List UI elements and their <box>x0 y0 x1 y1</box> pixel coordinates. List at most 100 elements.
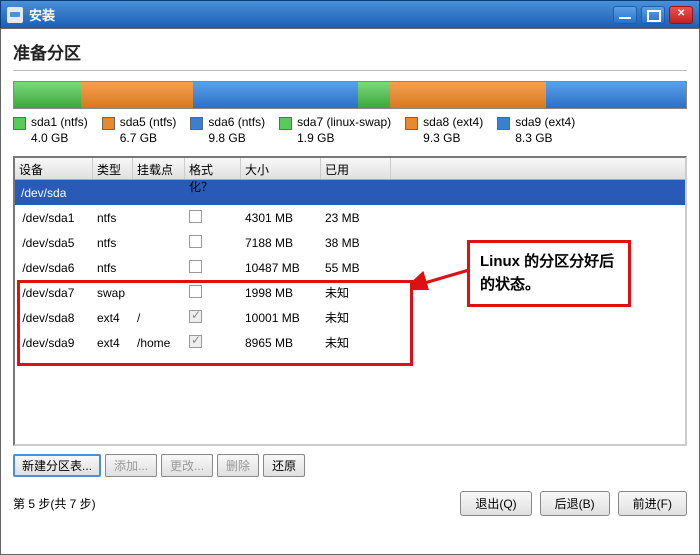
minimize-button[interactable] <box>613 6 637 24</box>
cell-mount <box>133 240 185 246</box>
cell-size: 8965 MB <box>241 333 321 353</box>
cell-type: ntfs <box>93 233 133 253</box>
format-checkbox[interactable] <box>189 335 202 348</box>
revert-button[interactable]: 还原 <box>263 454 305 477</box>
disk-usage-bar <box>13 81 687 109</box>
legend-label: sda7 (linux-swap) <box>297 115 391 131</box>
cell-mount <box>133 215 185 221</box>
cell-mount <box>133 290 185 296</box>
legend-item: sda7 (linux-swap)1.9 GB <box>279 115 391 146</box>
disk-row[interactable]: /dev/sda <box>15 180 685 205</box>
legend-swatch <box>190 117 203 130</box>
cell-size: 1998 MB <box>241 283 321 303</box>
step-indicator: 第 5 步(共 7 步) <box>13 495 460 512</box>
disk-device: /dev/sda <box>15 183 70 203</box>
legend-size: 1.9 GB <box>297 131 391 147</box>
col-device[interactable]: 设备 <box>15 158 93 179</box>
cell-type: swap <box>93 283 133 303</box>
legend-swatch <box>102 117 115 130</box>
legend-item: sda1 (ntfs)4.0 GB <box>13 115 88 146</box>
cell-mount: / <box>133 308 185 328</box>
format-checkbox[interactable] <box>189 210 202 223</box>
format-checkbox[interactable] <box>189 260 202 273</box>
table-row[interactable]: /dev/sda8ext4/10001 MB未知 <box>15 305 685 330</box>
disk-segment <box>14 82 81 108</box>
legend-item: sda5 (ntfs)6.7 GB <box>102 115 177 146</box>
cell-format <box>185 207 241 229</box>
page-heading: 准备分区 <box>13 39 687 64</box>
delete-button[interactable]: 删除 <box>217 454 259 477</box>
cell-device: /dev/sda7 <box>15 283 93 303</box>
col-used[interactable]: 已用 <box>321 158 391 179</box>
cell-format <box>185 232 241 254</box>
installer-icon <box>7 7 23 23</box>
cell-type: ntfs <box>93 208 133 228</box>
legend-size: 9.3 GB <box>423 131 483 147</box>
cell-format <box>185 307 241 329</box>
col-type[interactable]: 类型 <box>93 158 133 179</box>
legend-item: sda8 (ext4)9.3 GB <box>405 115 483 146</box>
legend-label: sda1 (ntfs) <box>31 115 88 131</box>
cell-used: 23 MB <box>321 208 391 228</box>
forward-button[interactable]: 前进(F) <box>618 491 687 516</box>
new-partition-table-button[interactable]: 新建分区表... <box>13 454 101 477</box>
disk-segment <box>358 82 390 108</box>
cell-mount: /home <box>133 333 185 353</box>
table-row[interactable]: /dev/sda1ntfs 4301 MB23 MB <box>15 205 685 230</box>
legend-swatch <box>497 117 510 130</box>
disk-segment <box>390 82 547 108</box>
cell-type: ext4 <box>93 308 133 328</box>
cell-device: /dev/sda6 <box>15 258 93 278</box>
cell-type: ntfs <box>93 258 133 278</box>
quit-button[interactable]: 退出(Q) <box>460 491 531 516</box>
annotation-callout: Linux 的分区分好后的状态。 <box>467 240 631 307</box>
disk-segment <box>81 82 194 108</box>
format-checkbox[interactable] <box>189 310 202 323</box>
back-button[interactable]: 后退(B) <box>540 491 610 516</box>
format-checkbox[interactable] <box>189 235 202 248</box>
table-row[interactable]: /dev/sda9ext4/home8965 MB未知 <box>15 330 685 355</box>
add-button[interactable]: 添加... <box>105 454 157 477</box>
legend-swatch <box>279 117 292 130</box>
col-format[interactable]: 格式化？ <box>185 158 241 179</box>
cell-used: 55 MB <box>321 258 391 278</box>
legend-size: 9.8 GB <box>208 131 265 147</box>
legend-item: sda9 (ext4)8.3 GB <box>497 115 575 146</box>
cell-used: 未知 <box>321 281 391 304</box>
cell-device: /dev/sda8 <box>15 308 93 328</box>
legend-label: sda8 (ext4) <box>423 115 483 131</box>
format-checkbox[interactable] <box>189 285 202 298</box>
disk-legend: sda1 (ntfs)4.0 GB sda5 (ntfs)6.7 GB sda6 (… <box>13 115 687 146</box>
legend-label: sda9 (ext4) <box>515 115 575 131</box>
legend-label: sda5 (ntfs) <box>120 115 177 131</box>
cell-format <box>185 332 241 354</box>
cell-size: 10487 MB <box>241 258 321 278</box>
cell-used: 38 MB <box>321 233 391 253</box>
legend-item: sda6 (ntfs)9.8 GB <box>190 115 265 146</box>
col-mount[interactable]: 挂载点 <box>133 158 185 179</box>
cell-device: /dev/sda5 <box>15 233 93 253</box>
legend-swatch <box>13 117 26 130</box>
legend-size: 8.3 GB <box>515 131 575 147</box>
cell-size: 4301 MB <box>241 208 321 228</box>
cell-used: 未知 <box>321 331 391 354</box>
cell-format <box>185 257 241 279</box>
change-button[interactable]: 更改... <box>161 454 213 477</box>
cell-format <box>185 282 241 304</box>
divider <box>13 70 687 71</box>
cell-size: 7188 MB <box>241 233 321 253</box>
table-header: 设备 类型 挂载点 格式化？ 大小 已用 <box>15 158 685 180</box>
partition-table: 设备 类型 挂载点 格式化？ 大小 已用 /dev/sda /dev/sda1n… <box>13 156 687 446</box>
maximize-button[interactable] <box>641 6 665 24</box>
cell-device: /dev/sda1 <box>15 208 93 228</box>
cell-mount <box>133 265 185 271</box>
disk-segment <box>193 82 358 108</box>
titlebar: 安装 <box>0 0 700 28</box>
window-title: 安装 <box>29 5 613 24</box>
legend-size: 6.7 GB <box>120 131 177 147</box>
legend-size: 4.0 GB <box>31 131 88 147</box>
disk-segment <box>546 82 686 108</box>
col-size[interactable]: 大小 <box>241 158 321 179</box>
close-button[interactable] <box>669 6 693 24</box>
cell-used: 未知 <box>321 306 391 329</box>
